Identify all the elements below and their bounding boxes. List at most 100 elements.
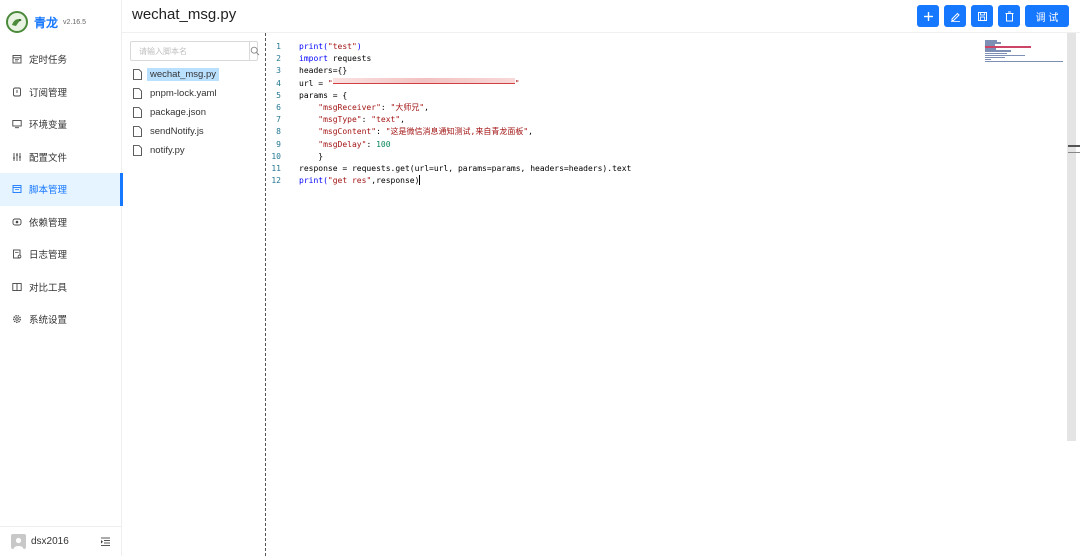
code-line: 11 response = requests.get(url=url, param… xyxy=(267,163,631,175)
file-item[interactable]: sendNotify.js xyxy=(133,122,257,141)
file-item[interactable]: package.json xyxy=(133,103,257,122)
sidebar-item-label: 对比工具 xyxy=(29,282,68,294)
file-item[interactable]: notify.py xyxy=(133,141,257,160)
file-name: sendNotify.js xyxy=(150,126,204,137)
diff-icon xyxy=(11,281,22,292)
log-icon xyxy=(11,249,22,260)
calendar-icon xyxy=(11,54,22,65)
code-line: 5 params = { xyxy=(267,90,631,102)
line-number: 2 xyxy=(276,54,281,64)
file-tree: wechat_msg.py pnpm-lock.yaml package.jso… xyxy=(133,65,257,160)
script-search xyxy=(130,41,260,61)
sidebar-menu: 定时任务 订阅管理 环境变量 配置文件 脚本管理 依赖管理 日志管理 对比工具 xyxy=(0,43,123,336)
file-name: wechat_msg.py xyxy=(147,68,220,81)
sidebar-item-label: 定时任务 xyxy=(29,55,68,67)
delete-icon xyxy=(1005,11,1013,21)
text-cursor xyxy=(419,175,421,186)
search-button[interactable] xyxy=(249,42,260,60)
sidebar-item-subscription[interactable]: 订阅管理 xyxy=(0,76,122,109)
file-icon xyxy=(133,69,142,80)
code-line: 3 headers={} xyxy=(267,65,631,77)
user-panel[interactable]: dsx2016 xyxy=(0,526,122,556)
sidebar-item-diff[interactable]: 对比工具 xyxy=(0,271,122,304)
code-line: 12 print("get res" ,response) xyxy=(267,175,631,187)
save-button[interactable] xyxy=(971,5,993,27)
debug-button[interactable]: 调 试 xyxy=(1025,5,1069,27)
sidebar-item-config[interactable]: 配置文件 xyxy=(0,141,122,174)
user-name: dsx2016 xyxy=(31,536,69,547)
code-line: 4 url = " " xyxy=(267,77,631,90)
qinglong-logo-icon xyxy=(6,11,28,33)
sidebar-item-env[interactable]: 环境变量 xyxy=(0,108,122,141)
sidebar-item-scripts[interactable]: 脚本管理 xyxy=(0,173,123,206)
subscription-icon xyxy=(11,86,22,97)
delete-button[interactable] xyxy=(998,5,1020,27)
file-item[interactable]: pnpm-lock.yaml xyxy=(133,84,257,103)
scroll-position-marker xyxy=(1068,145,1080,153)
search-input[interactable] xyxy=(131,42,249,60)
line-number: 3 xyxy=(276,66,281,76)
minimap[interactable] xyxy=(985,40,1067,63)
avatar xyxy=(11,534,26,549)
app-name: 青龙 xyxy=(34,15,59,30)
code-line: 8 "msgContent": "这是微信消息通知测试,来自青龙面板", xyxy=(267,126,631,138)
code-line: 2 import requests xyxy=(267,53,631,65)
file-name: pnpm-lock.yaml xyxy=(150,88,217,99)
line-number: 6 xyxy=(276,102,281,112)
code-line: 1 print("test") xyxy=(267,41,631,53)
line-number: 11 xyxy=(271,163,281,173)
redacted-url xyxy=(332,77,515,84)
dependency-icon xyxy=(11,216,22,227)
sidebar-item-label: 环境变量 xyxy=(29,120,68,132)
line-number: 4 xyxy=(276,78,281,88)
line-number: 8 xyxy=(276,127,281,137)
search-icon xyxy=(250,46,260,56)
sidebar-item-label: 配置文件 xyxy=(29,152,68,164)
script-icon xyxy=(11,184,22,195)
sidebar-item-settings[interactable]: 系统设置 xyxy=(0,303,122,336)
desktop-icon xyxy=(11,119,22,130)
page-title: wechat_msg.py xyxy=(132,6,237,23)
toolbar: 调 试 xyxy=(912,5,1069,27)
code-lines: 1 print("test") 2 import requests 3 headers… xyxy=(267,41,631,187)
code-line: 10 } xyxy=(267,151,631,163)
file-icon xyxy=(133,145,142,156)
gear-icon xyxy=(11,314,22,325)
file-icon xyxy=(133,126,142,137)
edit-icon xyxy=(950,12,960,22)
file-icon xyxy=(133,107,142,118)
user-icon xyxy=(13,537,24,549)
file-icon xyxy=(133,88,142,99)
code-editor[interactable]: 1 print("test") 2 import requests 3 headers… xyxy=(267,33,1080,556)
sidebar-item-label: 依赖管理 xyxy=(29,217,68,229)
file-panel: wechat_msg.py pnpm-lock.yaml package.jso… xyxy=(122,33,266,556)
line-number: 10 xyxy=(271,151,281,161)
line-number: 5 xyxy=(276,90,281,100)
sidebar: 青龙 v2.16.5 定时任务 订阅管理 环境变量 配置文件 脚本管理 依赖管理 xyxy=(0,0,123,556)
menu-fold-icon[interactable] xyxy=(100,536,111,547)
brand[interactable]: 青龙 v2.16.5 xyxy=(6,9,86,35)
line-number: 7 xyxy=(276,115,281,125)
line-number: 12 xyxy=(271,176,281,186)
code-line: 7 "msgType": "text", xyxy=(267,114,631,126)
edit-button[interactable] xyxy=(944,5,966,27)
sidebar-item-label: 日志管理 xyxy=(29,250,68,262)
sidebar-item-label: 订阅管理 xyxy=(29,87,68,99)
sidebar-item-cron[interactable]: 定时任务 xyxy=(0,43,122,76)
file-item[interactable]: wechat_msg.py xyxy=(133,65,257,84)
add-script-button[interactable] xyxy=(917,5,939,27)
sidebar-item-logs[interactable]: 日志管理 xyxy=(0,238,122,271)
line-number: 9 xyxy=(276,139,281,149)
app-version: v2.16.5 xyxy=(63,18,86,26)
file-name: notify.py xyxy=(150,145,185,156)
file-name: package.json xyxy=(150,107,206,118)
save-icon xyxy=(977,11,987,21)
plus-icon xyxy=(923,11,933,21)
sidebar-item-dependencies[interactable]: 依赖管理 xyxy=(0,206,122,239)
line-number: 1 xyxy=(276,42,281,51)
code-line: 9 "msgDelay": 100 xyxy=(267,139,631,151)
sidebar-item-label: 系统设置 xyxy=(29,315,68,327)
sliders-icon xyxy=(11,151,22,162)
vertical-scrollbar[interactable] xyxy=(1067,33,1076,441)
sidebar-item-label: 脚本管理 xyxy=(29,185,68,197)
